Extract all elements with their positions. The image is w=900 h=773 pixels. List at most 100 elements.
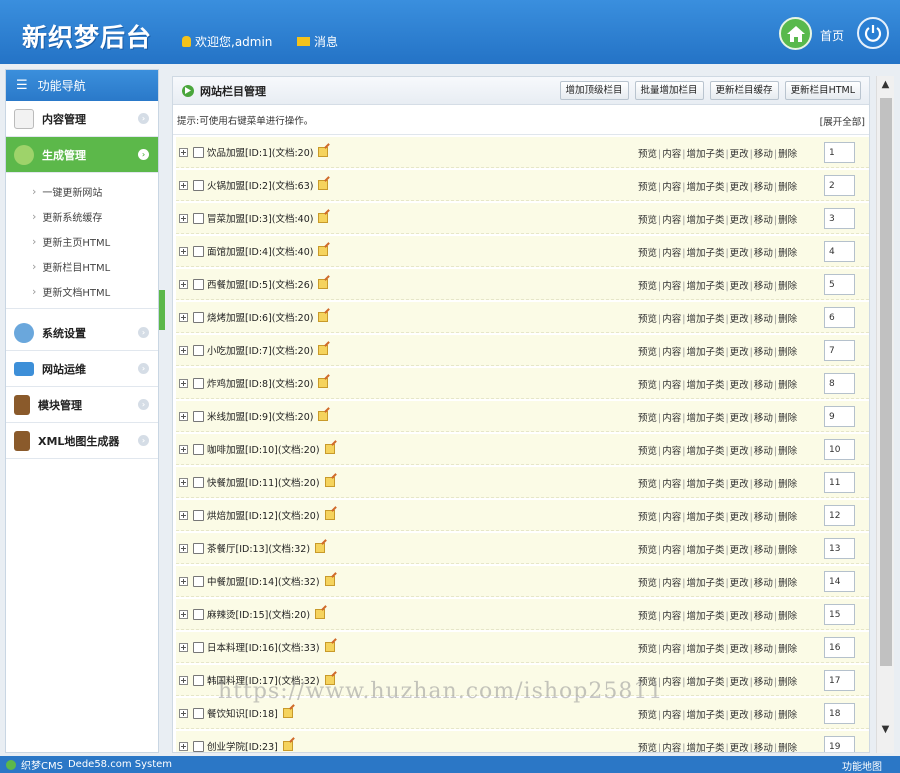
- row-checkbox[interactable]: [193, 608, 204, 620]
- row-action-link[interactable]: 移动: [754, 710, 773, 721]
- edit-icon[interactable]: [324, 444, 335, 454]
- sort-order-input[interactable]: [824, 505, 855, 526]
- row-action-link[interactable]: 移动: [754, 743, 773, 752]
- expand-icon[interactable]: [179, 246, 188, 256]
- category-name[interactable]: 米线加盟[ID:9](文档:20): [207, 409, 313, 423]
- sidebar-item-maintenance[interactable]: 网站运维 ›: [6, 351, 158, 387]
- row-action-link[interactable]: 删除: [778, 578, 797, 589]
- category-name[interactable]: 饮品加盟[ID:1](文档:20): [207, 145, 313, 159]
- row-action-link[interactable]: 更改: [730, 479, 749, 490]
- row-action-link[interactable]: 预览: [638, 644, 657, 655]
- row-action-link[interactable]: 内容: [662, 149, 681, 160]
- row-action-link[interactable]: 内容: [662, 743, 681, 752]
- row-action-link[interactable]: 移动: [754, 578, 773, 589]
- row-action-link[interactable]: 移动: [754, 149, 773, 160]
- sort-order-input[interactable]: [824, 208, 855, 229]
- update-category-html-button[interactable]: 更新栏目HTML: [784, 81, 861, 100]
- sort-order-input[interactable]: [824, 373, 855, 394]
- row-checkbox[interactable]: [193, 707, 204, 719]
- category-name[interactable]: 创业学院[ID:23]: [207, 739, 278, 752]
- category-name[interactable]: 西餐加盟[ID:5](文档:26): [207, 277, 313, 291]
- row-action-link[interactable]: 预览: [638, 611, 657, 622]
- row-action-link[interactable]: 增加子类: [686, 446, 724, 457]
- edit-icon[interactable]: [318, 312, 329, 322]
- row-action-link[interactable]: 预览: [638, 710, 657, 721]
- row-checkbox[interactable]: [193, 179, 204, 191]
- row-action-link[interactable]: 删除: [778, 149, 797, 160]
- row-action-link[interactable]: 删除: [778, 710, 797, 721]
- category-name[interactable]: 炸鸡加盟[ID:8](文档:20): [207, 376, 313, 390]
- expand-icon[interactable]: [179, 543, 188, 553]
- row-action-link[interactable]: 内容: [662, 677, 681, 688]
- row-action-link[interactable]: 更改: [730, 743, 749, 752]
- row-action-link[interactable]: 内容: [662, 578, 681, 589]
- row-action-link[interactable]: 更改: [730, 710, 749, 721]
- row-action-link[interactable]: 内容: [662, 479, 681, 490]
- batch-add-category-button[interactable]: 批量增加栏目: [634, 81, 704, 100]
- row-action-link[interactable]: 移动: [754, 512, 773, 523]
- row-action-link[interactable]: 预览: [638, 446, 657, 457]
- row-checkbox[interactable]: [193, 245, 204, 257]
- sort-order-input[interactable]: [824, 274, 855, 295]
- row-action-link[interactable]: 增加子类: [686, 479, 724, 490]
- category-name[interactable]: 烧烤加盟[ID:6](文档:20): [207, 310, 313, 324]
- edit-icon[interactable]: [324, 510, 335, 520]
- edit-icon[interactable]: [315, 543, 326, 553]
- edit-icon[interactable]: [318, 378, 329, 388]
- row-checkbox[interactable]: [193, 344, 204, 356]
- row-action-link[interactable]: 更改: [730, 149, 749, 160]
- row-checkbox[interactable]: [193, 575, 204, 587]
- sidebar-item-generate[interactable]: 生成管理 ›: [6, 137, 158, 173]
- row-action-link[interactable]: 移动: [754, 314, 773, 325]
- submenu-item[interactable]: 更新文档HTML: [6, 279, 158, 304]
- sort-order-input[interactable]: [824, 307, 855, 328]
- category-name[interactable]: 面馆加盟[ID:4](文档:40): [207, 244, 313, 258]
- sort-order-input[interactable]: [824, 241, 855, 262]
- category-name[interactable]: 茶餐厅[ID:13](文档:32): [207, 541, 310, 555]
- row-action-link[interactable]: 更改: [730, 446, 749, 457]
- row-action-link[interactable]: 预览: [638, 578, 657, 589]
- category-name[interactable]: 火锅加盟[ID:2](文档:63): [207, 178, 313, 192]
- row-action-link[interactable]: 预览: [638, 413, 657, 424]
- row-action-link[interactable]: 内容: [662, 545, 681, 556]
- row-action-link[interactable]: 移动: [754, 380, 773, 391]
- row-action-link[interactable]: 删除: [778, 545, 797, 556]
- row-action-link[interactable]: 内容: [662, 314, 681, 325]
- scroll-thumb[interactable]: [880, 98, 892, 666]
- sidebar-toggle[interactable]: [159, 290, 165, 330]
- row-action-link[interactable]: 预览: [638, 512, 657, 523]
- row-action-link[interactable]: 内容: [662, 182, 681, 193]
- row-action-link[interactable]: 增加子类: [686, 281, 724, 292]
- expand-icon[interactable]: [179, 741, 188, 751]
- row-action-link[interactable]: 移动: [754, 248, 773, 259]
- row-checkbox[interactable]: [193, 509, 204, 521]
- edit-icon[interactable]: [318, 213, 329, 223]
- row-action-link[interactable]: 删除: [778, 215, 797, 226]
- sidebar-item-modules[interactable]: 模块管理 ›: [6, 387, 158, 423]
- row-action-link[interactable]: 增加子类: [686, 347, 724, 358]
- row-checkbox[interactable]: [193, 443, 204, 455]
- home-label[interactable]: 首页: [820, 27, 844, 44]
- row-action-link[interactable]: 增加子类: [686, 578, 724, 589]
- sort-order-input[interactable]: [824, 472, 855, 493]
- category-name[interactable]: 餐饮知识[ID:18]: [207, 706, 278, 720]
- row-action-link[interactable]: 增加子类: [686, 677, 724, 688]
- scroll-up-icon[interactable]: ▲: [877, 76, 894, 94]
- row-action-link[interactable]: 移动: [754, 545, 773, 556]
- row-action-link[interactable]: 内容: [662, 380, 681, 391]
- expand-icon[interactable]: [179, 642, 188, 652]
- row-action-link[interactable]: 删除: [778, 248, 797, 259]
- sidebar-item-content[interactable]: 内容管理 ›: [6, 101, 158, 137]
- row-action-link[interactable]: 预览: [638, 182, 657, 193]
- expand-icon[interactable]: [179, 444, 188, 454]
- sort-order-input[interactable]: [824, 604, 855, 625]
- row-checkbox[interactable]: [193, 410, 204, 422]
- sort-order-input[interactable]: [824, 736, 855, 752]
- logout-button[interactable]: [857, 17, 889, 49]
- row-action-link[interactable]: 增加子类: [686, 248, 724, 259]
- row-action-link[interactable]: 移动: [754, 611, 773, 622]
- scroll-down-icon[interactable]: ▼: [877, 721, 894, 739]
- edit-icon[interactable]: [315, 609, 326, 619]
- category-name[interactable]: 冒菜加盟[ID:3](文档:40): [207, 211, 313, 225]
- row-action-link[interactable]: 删除: [778, 182, 797, 193]
